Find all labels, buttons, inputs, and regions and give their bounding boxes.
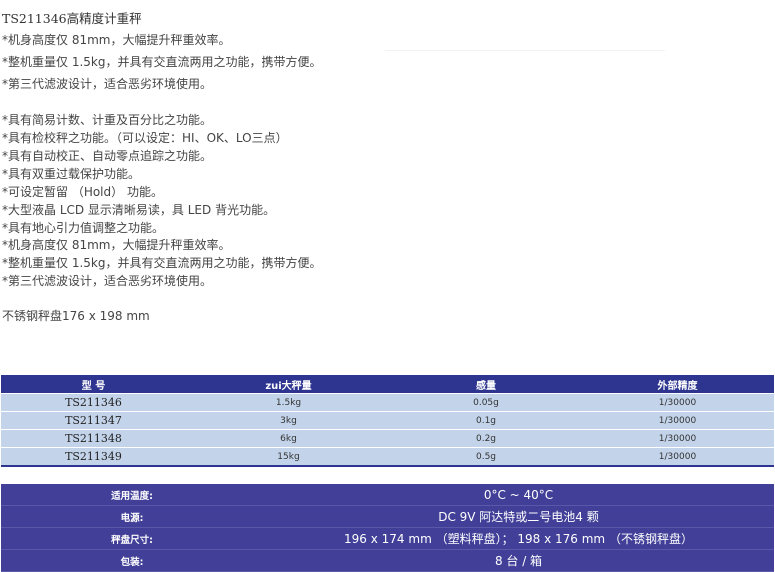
info-value-temperature: 0°C ~ 40°C — [263, 484, 774, 506]
intro-line: *机身高度仅 81mm，大幅提升秤重效率。 — [2, 33, 231, 47]
feature-line: *第三代滤波设计，适合恶劣环境使用。 — [2, 274, 213, 288]
info-row: 适用温度: 0°C ~ 40°C — [1, 484, 774, 506]
spec-table: 型 号 zui大秤量 感量 外部精度 TS211346 1.5kg 0.05g … — [1, 375, 774, 467]
feature-line: *可设定暂留 （Hold） 功能。 — [2, 185, 163, 199]
cell-sensitivity: 0.5g — [391, 447, 581, 467]
feature-line: *机身高度仅 81mm，大幅提升秤重效率。 — [2, 238, 231, 252]
cell-capacity: 15kg — [186, 447, 391, 467]
header-precision: 外部精度 — [581, 375, 774, 394]
divider — [385, 50, 665, 51]
table-row: TS211347 3kg 0.1g 1/30000 — [1, 411, 774, 430]
feature-line: *整机重量仅 1.5kg，并具有交直流两用之功能，携带方便。 — [2, 256, 322, 270]
cell-sensitivity: 0.2g — [391, 429, 581, 448]
header-model: 型 号 — [1, 375, 186, 394]
cell-model: TS211347 — [1, 411, 186, 430]
info-row: 电源: DC 9V 阿达特或二号电池4 颗 — [1, 505, 774, 528]
product-title: TS211346高精度计重秤 — [2, 11, 142, 26]
info-table: 适用温度: 0°C ~ 40°C 电源: DC 9V 阿达特或二号电池4 颗 秤… — [1, 484, 774, 572]
header-sensitivity: 感量 — [391, 375, 581, 394]
info-value-packaging: 8 台 / 箱 — [263, 549, 774, 572]
feature-line: *大型液晶 LCD 显示清晰易读，具 LED 背光功能。 — [2, 203, 276, 217]
feature-line: *具有简易计数、计重及百分比之功能。 — [2, 113, 213, 127]
feature-line: *具有地心引力值调整之功能。 — [2, 221, 165, 235]
info-label-temperature: 适用温度: — [1, 484, 263, 506]
feature-line: *具有检校秤之功能。（可以设定：HI、OK、LO三点） — [2, 131, 288, 145]
pan-note: 不锈钢秤盘176 x 198 mm — [2, 309, 150, 323]
cell-model: TS211346 — [1, 393, 186, 412]
cell-capacity: 6kg — [186, 429, 391, 448]
cell-capacity: 3kg — [186, 411, 391, 430]
info-value-pan-size: 196 x 174 mm （塑料秤盘）； 198 x 176 mm （不锈钢秤盘… — [263, 527, 774, 550]
cell-model: TS211349 — [1, 447, 186, 467]
table-row: TS211348 6kg 0.2g 1/30000 — [1, 429, 774, 448]
info-value-power: DC 9V 阿达特或二号电池4 颗 — [263, 505, 774, 528]
info-label-packaging: 包装: — [1, 549, 263, 572]
table-row: TS211346 1.5kg 0.05g 1/30000 — [1, 393, 774, 412]
cell-precision: 1/30000 — [581, 429, 774, 448]
cell-precision: 1/30000 — [581, 393, 774, 412]
spec-header-row: 型 号 zui大秤量 感量 外部精度 — [1, 375, 774, 394]
cell-capacity: 1.5kg — [186, 393, 391, 412]
intro-line: *整机重量仅 1.5kg，并具有交直流两用之功能，携带方便。 — [2, 55, 322, 69]
info-label-power: 电源: — [1, 505, 263, 528]
cell-sensitivity: 0.1g — [391, 411, 581, 430]
feature-line: *具有双重过载保护功能。 — [2, 167, 141, 181]
header-max-capacity: zui大秤量 — [186, 375, 391, 394]
cell-precision: 1/30000 — [581, 447, 774, 467]
cell-model: TS211348 — [1, 429, 186, 448]
intro-line: *第三代滤波设计，适合恶劣环境使用。 — [2, 77, 213, 91]
cell-sensitivity: 0.05g — [391, 393, 581, 412]
info-row: 秤盘尺寸: 196 x 174 mm （塑料秤盘）； 198 x 176 mm … — [1, 527, 774, 550]
info-label-pan-size: 秤盘尺寸: — [1, 527, 263, 550]
info-row: 包装: 8 台 / 箱 — [1, 549, 774, 572]
feature-line: *具有自动校正、自动零点追踪之功能。 — [2, 149, 213, 163]
cell-precision: 1/30000 — [581, 411, 774, 430]
table-row: TS211349 15kg 0.5g 1/30000 — [1, 447, 774, 467]
